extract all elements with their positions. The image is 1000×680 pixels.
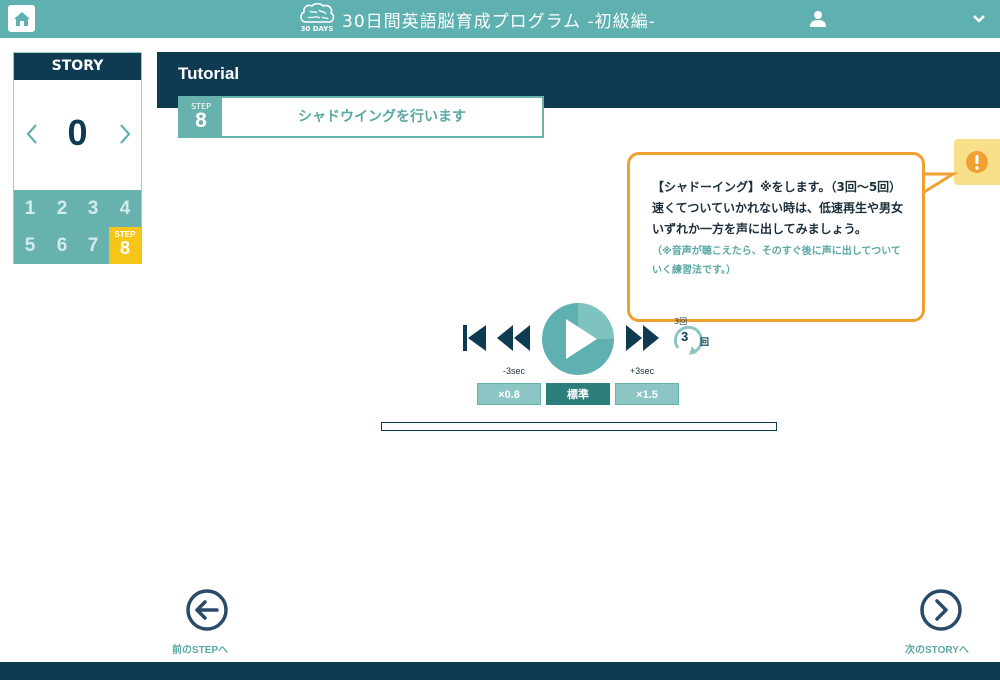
prev-step-arrow-icon[interactable] [185,588,229,632]
step-item-1[interactable]: 1 [14,190,46,227]
forward-label: +3sec [629,366,655,376]
tip-bubble: 【シャドーイング】※をします。（3回～5回）速くてついていかれない時は、低速再生… [627,152,925,322]
tip-text: 【シャドーイング】※をします。（3回～5回）速くてついていかれない時は、低速再生… [652,180,904,236]
brand-logo-text: 30 DAYS [300,25,334,33]
step-item-6[interactable]: 6 [46,227,78,264]
step-item-8-active[interactable]: STEP 8 [109,227,141,264]
step-item-3[interactable]: 3 [77,190,109,227]
bubble-tail [919,172,959,196]
repeat-count: 3 [681,329,689,344]
user-icon[interactable] [809,10,827,28]
step-heading: STEP 8 シャドウイングを行います [178,96,544,138]
step-item-4[interactable]: 4 [109,190,141,227]
speed-1-5-button[interactable]: ×1.5 [615,383,679,405]
rewind-label: -3sec [502,366,525,376]
home-icon [13,11,30,26]
step-item-7[interactable]: 7 [77,227,109,264]
speed-normal-button[interactable]: 標準 [546,383,610,405]
speed-0-8-button[interactable]: ×0.8 [477,383,541,405]
step-grid: 1 2 3 4 5 6 7 STEP 8 [14,190,141,264]
play-icon[interactable] [541,302,615,376]
app-title: 30日間英語脳育成プログラム -初級編- [342,11,656,32]
rewind-3sec-icon[interactable] [496,323,532,353]
brain-logo-icon: 30 DAYS [298,2,336,36]
chevron-down-icon[interactable] [972,14,986,24]
next-story-arrow-icon[interactable] [919,588,963,632]
step-item-2[interactable]: 2 [46,190,78,227]
step-badge: STEP 8 [180,98,222,136]
prev-step-link[interactable]: 前のSTEPへ [172,641,228,656]
footer-bar [0,662,1000,680]
hint-tab[interactable] [954,139,1000,185]
step-description: シャドウイングを行います [298,109,466,125]
story-title: STORY [14,53,141,80]
top-bar: 30 DAYS 30日間英語脳育成プログラム -初級編- [0,0,1000,38]
section-title: Tutorial [178,64,240,83]
audio-progress-bar[interactable] [381,422,777,431]
exclamation-icon [966,151,988,173]
step-item-5[interactable]: 5 [14,227,46,264]
home-button[interactable] [8,5,35,32]
forward-3sec-icon[interactable] [624,323,660,353]
next-story-link[interactable]: 次のSTORYへ [905,641,969,656]
active-step-number: 8 [119,238,130,258]
brand: 30 DAYS 30日間英語脳育成プログラム -初級編- [298,2,656,36]
tip-note: （※音声が聴こえたら、そのすぐ後に声に出してついていく練習法です。） [652,246,901,276]
step-badge-number: 8 [195,109,207,132]
repeat-control[interactable]: 3回 3 回 [672,316,712,358]
skip-start-icon[interactable] [463,323,487,353]
story-sidebar: STORY 0 1 2 3 4 5 6 7 STEP 8 [13,52,142,264]
repeat-unit: 回 [700,338,710,348]
story-selector: 0 [14,80,141,190]
next-story-arrow-icon[interactable] [118,122,132,146]
